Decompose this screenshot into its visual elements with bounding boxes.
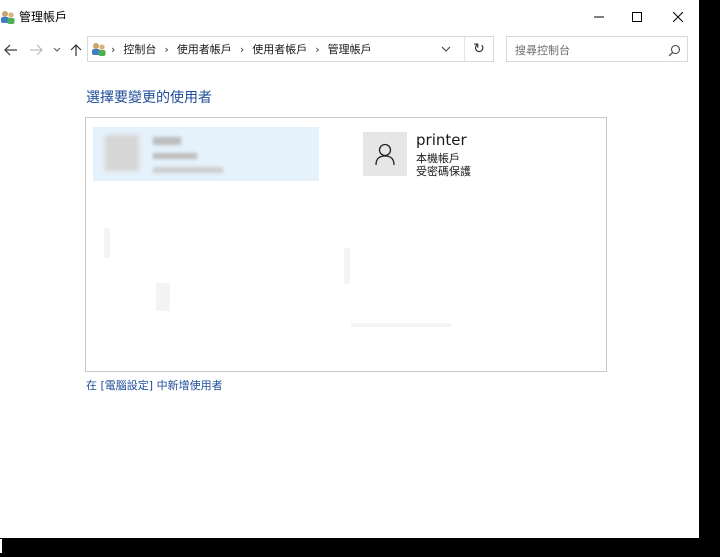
accounts-panel: printer 本機帳戶 受密碼保護: [85, 117, 607, 372]
address-bar[interactable]: › 控制台 › 使用者帳戶 › 使用者帳戶 › 管理帳戶 ↻: [87, 36, 494, 62]
app-window: 管理帳戶 › 控制台 › 使用者帳戶 › 使用者帳戶 › 管理帳戶 ↻ 搜尋控制…: [0, 0, 699, 538]
breadcrumb-user-accounts-sub[interactable]: 使用者帳戶: [252, 41, 307, 57]
account-tile-printer[interactable]: printer 本機帳戶 受密碼保護: [363, 131, 563, 182]
user-avatar-icon: [375, 143, 395, 166]
users-icon: [91, 41, 107, 57]
redacted-status: [153, 167, 223, 173]
chevron-right-icon[interactable]: ›: [240, 43, 244, 56]
ghost-artifact: [344, 248, 350, 284]
page-heading: 選擇要變更的使用者: [86, 90, 212, 106]
up-arrow-icon: [70, 44, 82, 56]
search-placeholder: 搜尋控制台: [515, 44, 570, 57]
maximize-icon: [632, 12, 642, 22]
ghost-artifact: [156, 283, 170, 311]
search-input[interactable]: 搜尋控制台: [506, 36, 688, 62]
back-button[interactable]: [2, 41, 20, 59]
account-status: 受密碼保護: [416, 165, 471, 178]
chevron-right-icon: ›: [111, 42, 116, 56]
breadcrumb-manage-accounts[interactable]: 管理帳戶: [328, 41, 372, 57]
chevron-right-icon[interactable]: ›: [164, 43, 168, 56]
account-name: printer: [416, 131, 467, 149]
up-button[interactable]: [68, 41, 84, 59]
breadcrumb: › 控制台 › 使用者帳戶 › 使用者帳戶 › 管理帳戶: [88, 37, 376, 61]
back-arrow-icon: [4, 44, 17, 56]
title-bar: 管理帳戶: [0, 0, 699, 34]
recent-dropdown-icon: [53, 47, 61, 52]
redacted-type: [153, 153, 197, 159]
chevron-right-icon[interactable]: ›: [315, 43, 319, 56]
chevron-down-icon: [441, 46, 451, 52]
screen-edge-artifact: [0, 539, 2, 553]
maximize-button[interactable]: [614, 0, 660, 34]
close-icon: [673, 12, 683, 22]
close-button[interactable]: [655, 0, 699, 34]
search-icon[interactable]: [668, 42, 681, 61]
user-avatar: [363, 132, 407, 176]
address-history-dropdown[interactable]: [435, 37, 457, 61]
window-title: 管理帳戶: [19, 10, 68, 24]
ghost-artifact: [104, 228, 110, 258]
account-tile-redacted[interactable]: [93, 127, 319, 181]
breadcrumb-control-panel[interactable]: 控制台: [123, 41, 156, 57]
forward-arrow-icon: [30, 44, 43, 56]
redacted-name: [153, 137, 181, 145]
minimize-icon: [594, 16, 604, 18]
add-user-link[interactable]: 在 [電腦設定] 中新增使用者: [86, 377, 223, 393]
recent-locations-button[interactable]: [51, 41, 63, 59]
users-icon: [0, 9, 16, 25]
forward-button[interactable]: [27, 41, 45, 59]
navigation-bar: › 控制台 › 使用者帳戶 › 使用者帳戶 › 管理帳戶 ↻ 搜尋控制台: [0, 34, 699, 66]
user-avatar-icon: [105, 135, 139, 171]
breadcrumb-user-accounts[interactable]: 使用者帳戶: [177, 41, 232, 57]
refresh-icon: ↻: [473, 41, 485, 57]
ghost-artifact: [351, 323, 451, 327]
refresh-button[interactable]: ↻: [464, 37, 493, 61]
